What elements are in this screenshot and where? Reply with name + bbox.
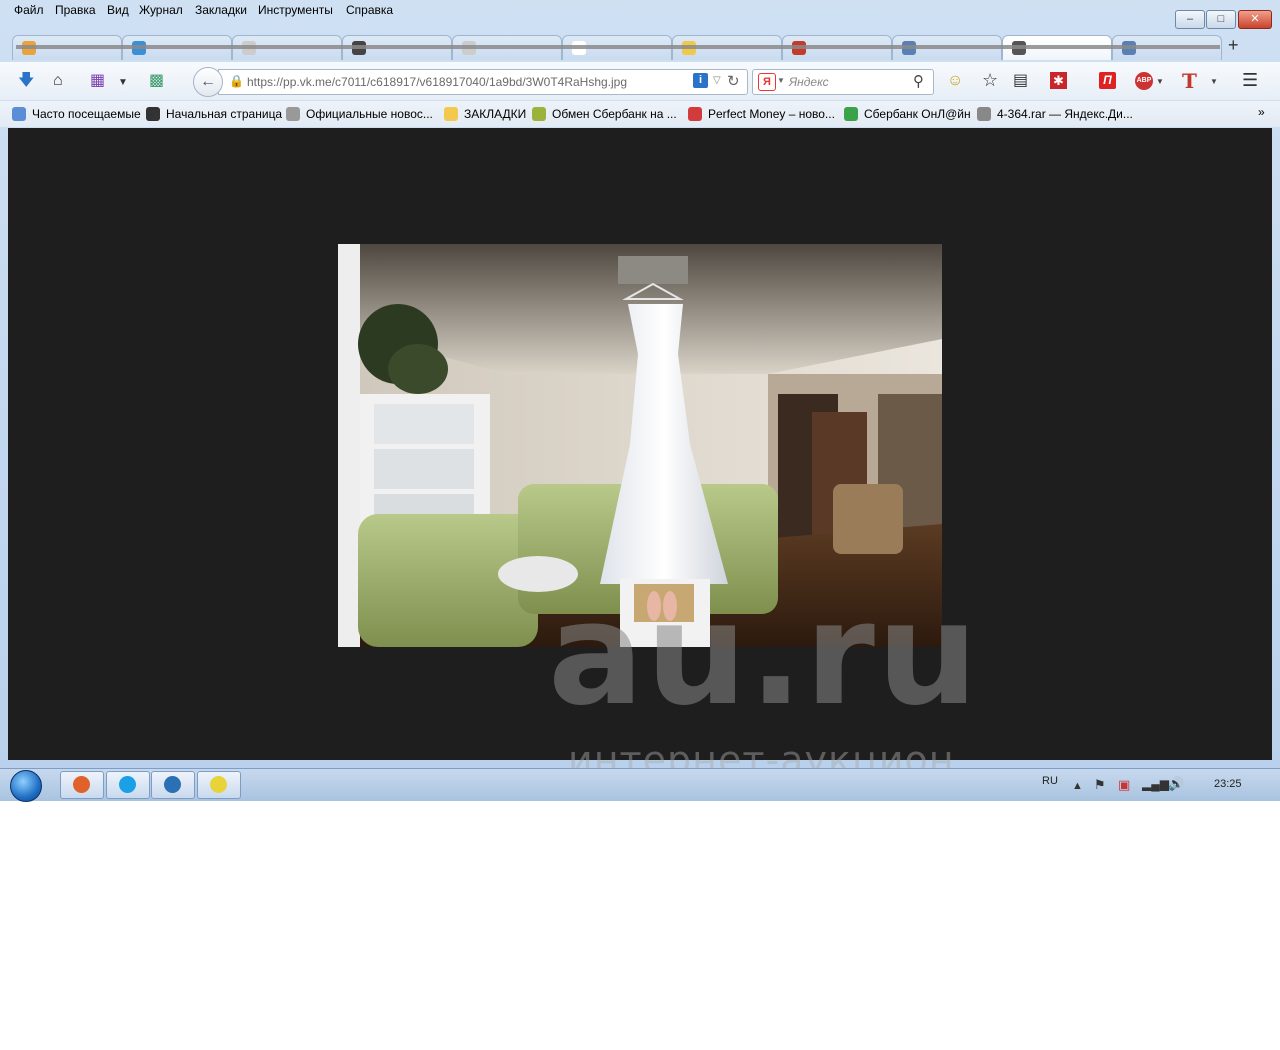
bookmark-item[interactable]: Начальная страница bbox=[166, 107, 282, 121]
firefox-icon bbox=[73, 776, 90, 793]
au-ru-watermark: au.ru bbox=[548, 572, 980, 737]
reload-icon[interactable]: ↻ bbox=[727, 72, 740, 90]
menu-bookmarks[interactable]: Закладки bbox=[195, 3, 247, 17]
bookmark-item[interactable]: 4-364.rar — Яндекс.Ди... bbox=[997, 107, 1133, 121]
hamburger-menu-icon[interactable]: ☰ bbox=[1242, 71, 1258, 89]
network-app-icon bbox=[164, 776, 181, 793]
download-arrow-icon[interactable]: 🡇 bbox=[18, 72, 34, 90]
tray-language[interactable]: RU bbox=[1042, 775, 1058, 787]
bookmark-item[interactable]: Сбербанк ОнЛ@йн bbox=[864, 107, 971, 121]
back-arrow-icon: ← bbox=[200, 73, 216, 90]
yandex-engine-icon[interactable]: Я bbox=[758, 73, 776, 91]
pointer-app-icon bbox=[210, 776, 227, 793]
new-tab-button[interactable]: + bbox=[1228, 35, 1239, 56]
menu-file[interactable]: Файл bbox=[14, 3, 44, 17]
info-icon[interactable]: i bbox=[693, 73, 708, 88]
back-button[interactable]: ← bbox=[193, 67, 223, 97]
adblock-dropdown-icon[interactable]: ▼ bbox=[1156, 77, 1164, 86]
bookmark-favicon-icon bbox=[688, 107, 702, 121]
pi-addon-icon[interactable]: П bbox=[1099, 72, 1116, 89]
tray-signal-icon[interactable]: ▂▄▆ bbox=[1142, 777, 1169, 791]
taskbar-button-skype[interactable] bbox=[106, 771, 150, 799]
speed-dial-grid-icon[interactable]: ▦ bbox=[90, 72, 105, 90]
bookmark-favicon-icon bbox=[146, 107, 160, 121]
bookmark-favicon-icon bbox=[532, 107, 546, 121]
minimize-icon: – bbox=[1186, 13, 1194, 25]
skype-icon bbox=[119, 776, 136, 793]
dropdown-arrow-icon[interactable]: ▼ bbox=[118, 74, 128, 92]
taskbar-button-firefox[interactable] bbox=[60, 771, 104, 799]
menu-history[interactable]: Журнал bbox=[139, 3, 183, 17]
reading-list-icon[interactable]: ▤ bbox=[1013, 72, 1028, 90]
bookmarks-overflow-button[interactable]: » bbox=[1258, 105, 1265, 119]
bookmark-favicon-icon bbox=[444, 107, 458, 121]
bookmark-item[interactable]: Официальные новос... bbox=[306, 107, 433, 121]
menu-view[interactable]: Вид bbox=[107, 3, 129, 17]
home-icon[interactable]: ⌂ bbox=[53, 72, 63, 90]
close-icon: ✕ bbox=[1250, 13, 1260, 25]
menu-tools[interactable]: Инструменты bbox=[258, 3, 333, 17]
bookmark-item[interactable]: Обмен Сбербанк на ... bbox=[552, 107, 677, 121]
tray-volume-icon[interactable]: 🔊 bbox=[1168, 776, 1184, 792]
tray-antivirus-icon[interactable]: ▣ bbox=[1118, 777, 1130, 793]
extension-smiley-icon[interactable]: ☺ bbox=[947, 72, 963, 90]
lock-icon: 🔒 bbox=[229, 74, 244, 88]
bookmark-item[interactable]: Часто посещаемые bbox=[32, 107, 141, 121]
bookmark-item[interactable]: Perfect Money – ново... bbox=[708, 107, 835, 121]
search-bar[interactable]: Я ▼ Яндекс ⚲ bbox=[752, 69, 934, 95]
engine-dropdown-icon[interactable]: ▼ bbox=[777, 76, 785, 85]
bookmark-favicon-icon bbox=[844, 107, 858, 121]
translate-dropdown-icon[interactable]: ▼ bbox=[1210, 77, 1218, 86]
bookmark-favicon-icon bbox=[286, 107, 300, 121]
menu-edit[interactable]: Правка bbox=[55, 3, 96, 17]
maximize-button[interactable]: □ bbox=[1206, 10, 1236, 29]
translate-t-icon[interactable]: T bbox=[1182, 69, 1197, 93]
bookmarks-bar: Часто посещаемые Начальная страница Официа… bbox=[0, 101, 1280, 127]
taskbar-button-network-app[interactable] bbox=[151, 771, 195, 799]
menu-bar: Файл Правка Вид Журнал Закладки Инструме… bbox=[0, 0, 1170, 22]
close-button[interactable]: ✕ bbox=[1238, 10, 1272, 29]
bookmark-item[interactable]: ЗАКЛАДКИ bbox=[464, 107, 526, 121]
bookmark-favicon-icon bbox=[977, 107, 991, 121]
taskbar-button-pointer-app[interactable] bbox=[197, 771, 241, 799]
grid-app-icon[interactable]: ▩ bbox=[149, 72, 164, 90]
tray-flag-icon[interactable]: ⚑ bbox=[1094, 777, 1106, 793]
tray-expand-icon[interactable]: ▲ bbox=[1072, 780, 1083, 792]
search-icon[interactable]: ⚲ bbox=[913, 72, 924, 90]
tab-strip-overlay-line bbox=[16, 45, 1220, 49]
search-input[interactable]: Яндекс bbox=[789, 75, 829, 89]
minimize-button[interactable]: – bbox=[1175, 10, 1205, 29]
menu-help[interactable]: Справка bbox=[346, 3, 393, 17]
tray-clock[interactable]: 23:25 bbox=[1214, 778, 1242, 790]
start-button[interactable] bbox=[10, 770, 42, 802]
address-bar[interactable]: 🔒 https://pp.vk.me/c7011/c618917/v618917… bbox=[218, 69, 748, 95]
url-input[interactable]: https://pp.vk.me/c7011/c618917/v61891704… bbox=[247, 75, 627, 89]
browser-window: Файл Правка Вид Журнал Закладки Инструме… bbox=[0, 0, 1280, 782]
bookmark-star-icon[interactable]: ☆ bbox=[982, 71, 998, 89]
adblock-icon[interactable]: ABP bbox=[1135, 72, 1153, 90]
url-history-dropdown-icon[interactable]: ▽ bbox=[713, 75, 721, 86]
bookmark-favicon-icon bbox=[12, 107, 26, 121]
asterisk-addon-icon[interactable]: ✱ bbox=[1050, 72, 1067, 89]
maximize-icon: □ bbox=[1217, 13, 1225, 25]
